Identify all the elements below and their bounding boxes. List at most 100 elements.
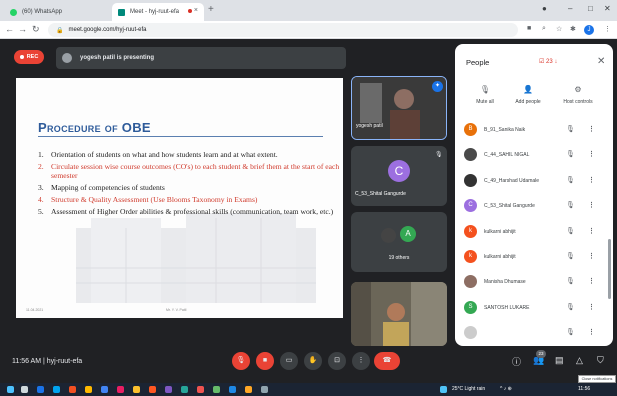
list-item[interactable]: k kulkarni abhijit 🎙 ⋮ — [455, 219, 605, 244]
mic-off-icon[interactable]: 🎙 — [566, 277, 575, 285]
list-item[interactable]: k kulkarni abhijit 🎙 ⋮ — [455, 244, 605, 269]
participant-avatar: B — [464, 123, 477, 136]
clock[interactable]: 11:56 — [578, 386, 590, 392]
list-item[interactable]: C C_53_Shital Gangurde 🎙 ⋮ — [455, 193, 605, 218]
slide-title: Procedure of OBE — [38, 120, 151, 135]
back-icon[interactable]: ← — [5, 24, 14, 34]
list-item[interactable]: 🎙 ⋮ — [455, 320, 605, 345]
app-icon[interactable] — [181, 386, 188, 393]
app-icon[interactable] — [117, 386, 124, 393]
close-window-button[interactable]: ✕ — [604, 4, 611, 13]
list-item[interactable]: B B_91_Sanika Naik 🎙 ⋮ — [455, 117, 605, 142]
more-icon[interactable]: ⋮ — [604, 25, 611, 33]
reload-icon[interactable]: ↻ — [32, 24, 40, 35]
app-icon[interactable] — [133, 386, 140, 393]
profile-avatar[interactable]: J — [584, 25, 594, 35]
speaking-icon: ✦ — [432, 81, 443, 92]
forward-icon[interactable]: → — [18, 24, 27, 34]
mute-all-button[interactable]: 🎙 Mute all — [465, 85, 505, 105]
mic-off-icon[interactable]: 🎙 — [566, 125, 575, 133]
mic-off-icon[interactable]: 🎙 — [566, 201, 575, 209]
chrome-menu-icon[interactable]: ● — [542, 4, 547, 13]
mic-off-icon[interactable]: 🎙 — [566, 252, 575, 260]
mic-off-icon[interactable]: 🎙 — [566, 150, 575, 158]
os-taskbar: 25°C Light rain ^ ♪ ⊕ 11:56 — [0, 383, 617, 396]
taskview-icon[interactable] — [37, 386, 44, 393]
office-icon[interactable] — [69, 386, 76, 393]
others-count: 19 others — [388, 255, 410, 261]
list-item[interactable]: S SANTOSH LUKARE 🎙 ⋮ — [455, 295, 605, 320]
more-options-button[interactable]: ⋮ — [352, 352, 370, 370]
tile-name: C_53_Shital Gangurde — [355, 191, 406, 197]
camera-button[interactable]: ■ — [256, 352, 274, 370]
search-icon[interactable] — [21, 386, 28, 393]
close-panel-button[interactable]: ✕ — [597, 56, 605, 67]
host-controls-button[interactable]: ⚙ Host controls — [555, 85, 601, 105]
list-item[interactable]: C_44_SAHIL NIGAL 🎙 ⋮ — [455, 142, 605, 167]
app-icon[interactable] — [229, 386, 236, 393]
app-icon[interactable] — [197, 386, 204, 393]
more-options-icon[interactable]: ⋮ — [588, 252, 595, 260]
zoom-icon[interactable]: ⌕ — [542, 25, 546, 33]
list-item: 2. Circulate session wise course outcome… — [38, 162, 343, 180]
present-button[interactable]: ⊡ — [328, 352, 346, 370]
leave-call-button[interactable]: ☎ — [374, 352, 400, 370]
new-tab-button[interactable]: + — [208, 4, 214, 15]
more-options-icon[interactable]: ⋮ — [588, 201, 595, 209]
url-text: meet.google.com/hyj-ruut-efa — [68, 27, 147, 33]
star-icon[interactable]: ☆ — [556, 25, 562, 33]
more-options-icon[interactable]: ⋮ — [588, 328, 595, 336]
tray-icons[interactable]: ^ ♪ ⊕ — [500, 386, 512, 392]
others-tile[interactable]: A 19 others — [351, 212, 447, 272]
recording-label: REC — [26, 54, 39, 60]
more-options-icon[interactable]: ⋮ — [588, 125, 595, 133]
more-options-icon[interactable]: ⋮ — [588, 277, 595, 285]
activities-icon[interactable]: △ — [576, 355, 583, 366]
captions-button[interactable]: ▭ — [280, 352, 298, 370]
minimize-button[interactable]: – — [568, 4, 572, 13]
add-people-button[interactable]: 👤 Add people — [508, 85, 548, 105]
presenter-text: yogesh patil is presenting — [80, 55, 155, 61]
files-icon[interactable] — [85, 386, 92, 393]
chat-icon[interactable]: ▤ — [555, 355, 564, 366]
participant-tile[interactable]: 🎙 C C_53_Shital Gangurde — [351, 146, 447, 206]
more-options-icon[interactable]: ⋮ — [588, 176, 595, 184]
mic-off-icon[interactable]: 🎙 — [566, 303, 575, 311]
camera-icon[interactable]: ■ — [527, 25, 531, 32]
more-options-icon[interactable]: ⋮ — [588, 150, 595, 158]
close-tab-icon[interactable]: × — [194, 7, 198, 14]
list-item[interactable]: Manisha Dhumase 🎙 ⋮ — [455, 269, 605, 294]
app-icon[interactable] — [213, 386, 220, 393]
participant-tile-presenter[interactable]: yogesh patil ✦ — [351, 76, 447, 140]
extensions-icon[interactable]: ✱ — [570, 25, 576, 33]
edge-icon[interactable] — [53, 386, 60, 393]
panel-scrollbar[interactable] — [608, 239, 611, 299]
maximize-button[interactable]: □ — [588, 4, 593, 13]
mic-button[interactable]: 🎙 — [232, 352, 250, 370]
weather-text[interactable]: 25°C Light rain — [452, 386, 485, 392]
app-icon[interactable] — [245, 386, 252, 393]
url-input[interactable]: 🔒 meet.google.com/hyj-ruut-efa — [48, 23, 518, 37]
app-icon[interactable] — [165, 386, 172, 393]
mic-off-icon[interactable]: 🎙 — [566, 227, 575, 235]
chrome-icon[interactable] — [101, 386, 108, 393]
mic-off-icon[interactable]: 🎙 — [566, 176, 575, 184]
presentation-slide: Procedure of OBE 1. Orientation of stude… — [16, 78, 343, 318]
host-controls-icon[interactable]: ⛉ — [597, 355, 604, 366]
settings-icon[interactable] — [261, 386, 268, 393]
participant-avatar: A — [400, 226, 416, 242]
meeting-info: 11:56 AM | hyj-ruut-efa — [12, 358, 82, 365]
list-item[interactable]: C_49_Harshad Udamale 🎙 ⋮ — [455, 168, 605, 193]
more-options-icon[interactable]: ⋮ — [588, 227, 595, 235]
item-text: Circulate session wise course outcomes (… — [51, 162, 340, 180]
meeting-time: 11:56 AM — [12, 358, 42, 365]
self-view-tile[interactable] — [351, 282, 447, 346]
info-icon[interactable]: ⓘ — [512, 355, 521, 368]
title-divider — [38, 136, 323, 137]
raise-hand-button[interactable]: ✋ — [304, 352, 322, 370]
mic-off-icon[interactable]: 🎙 — [566, 328, 575, 336]
item-number: 4. — [38, 195, 44, 204]
more-options-icon[interactable]: ⋮ — [588, 303, 595, 311]
app-icon[interactable] — [149, 386, 156, 393]
start-icon[interactable] — [7, 386, 14, 393]
